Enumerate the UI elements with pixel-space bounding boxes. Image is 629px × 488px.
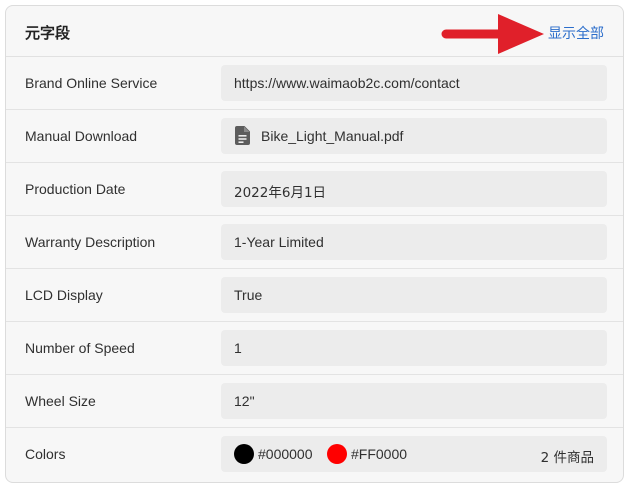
metafields-card: 元字段 显示全部 Brand Online Service https://ww… xyxy=(5,5,624,483)
metafield-row-brand-online-service: Brand Online Service https://www.waimaob… xyxy=(6,57,623,110)
value-text: 2022年6月1日 xyxy=(234,185,327,201)
metafield-row-wheel-size: Wheel Size 12" xyxy=(6,375,623,428)
metafield-row-number-of-speed: Number of Speed 1 xyxy=(6,322,623,375)
value-text: 1-Year Limited xyxy=(234,234,324,250)
color-swatch-black xyxy=(234,444,254,464)
value-text: https://www.waimaob2c.com/contact xyxy=(234,75,460,91)
show-all-link[interactable]: 显示全部 xyxy=(548,23,604,43)
value-text: 12" xyxy=(234,393,255,409)
row-label: Manual Download xyxy=(25,128,138,144)
metafield-row-lcd-display: LCD Display True xyxy=(6,269,623,322)
color-swatch-red xyxy=(327,444,347,464)
color-swatch-label: #FF0000 xyxy=(351,446,408,462)
row-label: Warranty Description xyxy=(25,234,156,250)
document-icon xyxy=(235,126,250,145)
red-arrow-annotation-icon xyxy=(441,14,544,54)
metafield-row-warranty-description: Warranty Description 1-Year Limited xyxy=(6,216,623,269)
row-label: Brand Online Service xyxy=(25,75,158,91)
value-text: True xyxy=(234,287,263,303)
value-text: 1 xyxy=(234,340,242,356)
value-field[interactable]: 1-Year Limited xyxy=(221,224,607,260)
row-label: Colors xyxy=(25,446,66,462)
card-title: 元字段 xyxy=(25,24,71,42)
file-name: Bike_Light_Manual.pdf xyxy=(261,128,404,144)
product-count: 2 件商品 xyxy=(540,450,594,466)
value-field[interactable]: Bike_Light_Manual.pdf xyxy=(221,118,607,154)
row-label: Number of Speed xyxy=(25,340,135,356)
value-field[interactable]: 1 xyxy=(221,330,607,366)
row-label: Wheel Size xyxy=(25,393,96,409)
value-field[interactable]: https://www.waimaob2c.com/contact xyxy=(221,65,607,101)
metafield-row-manual-download: Manual Download Bike_Light_Manual.pdf xyxy=(6,110,623,163)
color-swatch-label: #000000 xyxy=(258,446,313,462)
value-field[interactable]: True xyxy=(221,277,607,313)
card-header: 元字段 显示全部 xyxy=(6,6,623,57)
row-label: Production Date xyxy=(25,181,126,197)
value-field[interactable]: 12" xyxy=(221,383,607,419)
metafield-row-production-date: Production Date 2022年6月1日 xyxy=(6,163,623,216)
row-label: LCD Display xyxy=(25,287,103,303)
metafield-row-colors: Colors #000000 #FF0000 2 件商品 xyxy=(6,428,623,481)
value-field[interactable]: #000000 #FF0000 2 件商品 xyxy=(221,436,607,472)
value-field[interactable]: 2022年6月1日 xyxy=(221,171,607,207)
